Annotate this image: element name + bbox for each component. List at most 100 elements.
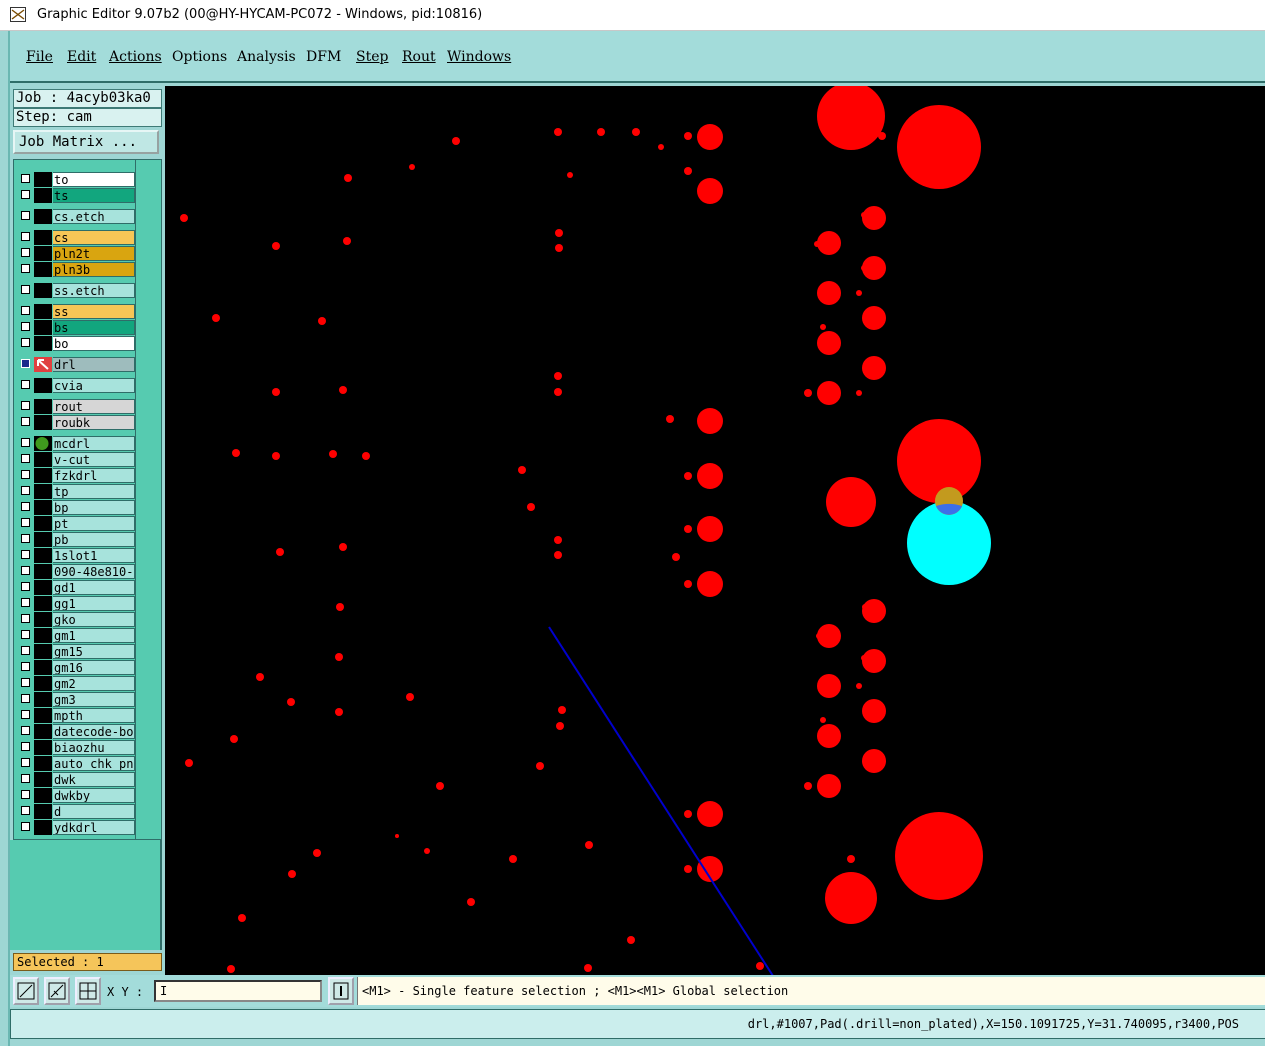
layer-name[interactable]: dwk xyxy=(53,772,135,787)
layer-status-cell[interactable] xyxy=(34,676,52,691)
layer-checkbox[interactable] xyxy=(21,566,30,575)
layer-row-gm16[interactable]: gm16 xyxy=(19,660,135,675)
layer-checkbox[interactable] xyxy=(21,694,30,703)
layer-name[interactable]: pt xyxy=(53,516,135,531)
layer-checkbox[interactable] xyxy=(21,630,30,639)
layer-row-roubk[interactable]: roubk xyxy=(19,415,135,430)
layer-status-cell[interactable] xyxy=(34,708,52,723)
layer-checkbox[interactable] xyxy=(21,211,30,220)
layer-name[interactable]: pb xyxy=(53,532,135,547)
layer-status-cell[interactable] xyxy=(34,246,52,261)
layer-row-dwk[interactable]: dwk xyxy=(19,772,135,787)
layer-checkbox[interactable] xyxy=(21,678,30,687)
layer-row-datecode-bo[interactable]: datecode-bo xyxy=(19,724,135,739)
layer-status-cell[interactable] xyxy=(34,724,52,739)
layer-checkbox[interactable] xyxy=(21,598,30,607)
layer-status-cell[interactable] xyxy=(34,660,52,675)
layer-checkbox[interactable] xyxy=(21,806,30,815)
layer-row-gm15[interactable]: gm15 xyxy=(19,644,135,659)
layer-row-ss.etch[interactable]: ss.etch xyxy=(19,283,135,298)
layer-name[interactable]: mcdrl xyxy=(53,436,135,451)
layer-name[interactable]: ts xyxy=(53,188,135,203)
layer-checkbox[interactable] xyxy=(21,359,30,368)
layer-status-cell[interactable] xyxy=(34,436,52,451)
layer-status-cell[interactable] xyxy=(34,452,52,467)
layer-name[interactable]: gg1 xyxy=(53,596,135,611)
layer-row-pb[interactable]: pb xyxy=(19,532,135,547)
layer-checkbox[interactable] xyxy=(21,470,30,479)
layer-name[interactable]: gko xyxy=(53,612,135,627)
layer-row-gm3[interactable]: gm3 xyxy=(19,692,135,707)
layer-status-cell[interactable] xyxy=(34,320,52,335)
menu-dfm[interactable]: DFM xyxy=(306,49,341,65)
layer-row-090-48e810-0[interactable]: 090-48e810-0 xyxy=(19,564,135,579)
layer-name[interactable]: to xyxy=(53,172,135,187)
layer-status-cell[interactable] xyxy=(34,564,52,579)
layer-status-cell[interactable] xyxy=(34,692,52,707)
layer-row-pln3b[interactable]: pln3b xyxy=(19,262,135,277)
layer-status-cell[interactable] xyxy=(34,336,52,351)
layer-status-cell[interactable] xyxy=(34,357,52,372)
layer-name[interactable]: ydkdrl xyxy=(53,820,135,835)
layer-checkbox[interactable] xyxy=(21,502,30,511)
layer-row-dwkby[interactable]: dwkby xyxy=(19,788,135,803)
layer-row-auto_chk_pn[interactable]: auto_chk_pn xyxy=(19,756,135,771)
layer-list-scrollbar[interactable] xyxy=(136,159,162,840)
job-matrix-button[interactable]: Job Matrix ... xyxy=(13,130,159,154)
layer-row-d[interactable]: d xyxy=(19,804,135,819)
layer-status-cell[interactable] xyxy=(34,188,52,203)
layer-checkbox[interactable] xyxy=(21,550,30,559)
info-tool-button[interactable] xyxy=(328,977,354,1005)
menu-rout[interactable]: Rout xyxy=(402,49,436,65)
layer-row-rout[interactable]: rout xyxy=(19,399,135,414)
layer-name[interactable]: gd1 xyxy=(53,580,135,595)
layer-row-pt[interactable]: pt xyxy=(19,516,135,531)
layer-row-ss[interactable]: ss xyxy=(19,304,135,319)
layer-checkbox[interactable] xyxy=(21,285,30,294)
graphic-canvas[interactable] xyxy=(165,86,1265,975)
layer-status-cell[interactable] xyxy=(34,304,52,319)
layer-checkbox[interactable] xyxy=(21,822,30,831)
layer-name[interactable]: pln3b xyxy=(53,262,135,277)
layer-row-v-cut[interactable]: v-cut xyxy=(19,452,135,467)
layer-name[interactable]: 1slot1 xyxy=(53,548,135,563)
layer-checkbox[interactable] xyxy=(21,518,30,527)
layer-status-cell[interactable] xyxy=(34,516,52,531)
layer-row-ydkdrl[interactable]: ydkdrl xyxy=(19,820,135,835)
layer-checkbox[interactable] xyxy=(21,380,30,389)
layer-row-tp[interactable]: tp xyxy=(19,484,135,499)
layer-name[interactable]: d xyxy=(53,804,135,819)
layer-row-gg1[interactable]: gg1 xyxy=(19,596,135,611)
layer-name[interactable]: drl xyxy=(53,357,135,372)
layer-status-cell[interactable] xyxy=(34,378,52,393)
zoom-box-tool-button[interactable] xyxy=(13,977,39,1005)
layer-checkbox[interactable] xyxy=(21,726,30,735)
layer-row-biaozhu[interactable]: biaozhu xyxy=(19,740,135,755)
layer-status-cell[interactable] xyxy=(34,209,52,224)
layer-row-gd1[interactable]: gd1 xyxy=(19,580,135,595)
layer-row-cs[interactable]: cs xyxy=(19,230,135,245)
menu-actions[interactable]: Actions xyxy=(109,49,162,65)
layer-status-cell[interactable] xyxy=(34,532,52,547)
layer-checkbox[interactable] xyxy=(21,417,30,426)
layer-name[interactable]: ss xyxy=(53,304,135,319)
layer-name[interactable]: bo xyxy=(53,336,135,351)
layer-status-cell[interactable] xyxy=(34,468,52,483)
layer-name[interactable]: gm2 xyxy=(53,676,135,691)
layer-row-bo[interactable]: bo xyxy=(19,336,135,351)
layer-checkbox[interactable] xyxy=(21,646,30,655)
layer-row-ts[interactable]: ts xyxy=(19,188,135,203)
layer-row-gm2[interactable]: gm2 xyxy=(19,676,135,691)
layer-name[interactable]: gm16 xyxy=(53,660,135,675)
layer-checkbox[interactable] xyxy=(21,742,30,751)
layer-status-cell[interactable] xyxy=(34,804,52,819)
layer-checkbox[interactable] xyxy=(21,710,30,719)
layer-status-cell[interactable] xyxy=(34,415,52,430)
layer-status-cell[interactable] xyxy=(34,399,52,414)
layer-name[interactable]: auto_chk_pn xyxy=(53,756,135,771)
menu-options[interactable]: Options xyxy=(172,49,227,65)
layer-row-pln2t[interactable]: pln2t xyxy=(19,246,135,261)
layer-status-cell[interactable] xyxy=(34,644,52,659)
layer-name[interactable]: v-cut xyxy=(53,452,135,467)
layer-status-cell[interactable] xyxy=(34,612,52,627)
